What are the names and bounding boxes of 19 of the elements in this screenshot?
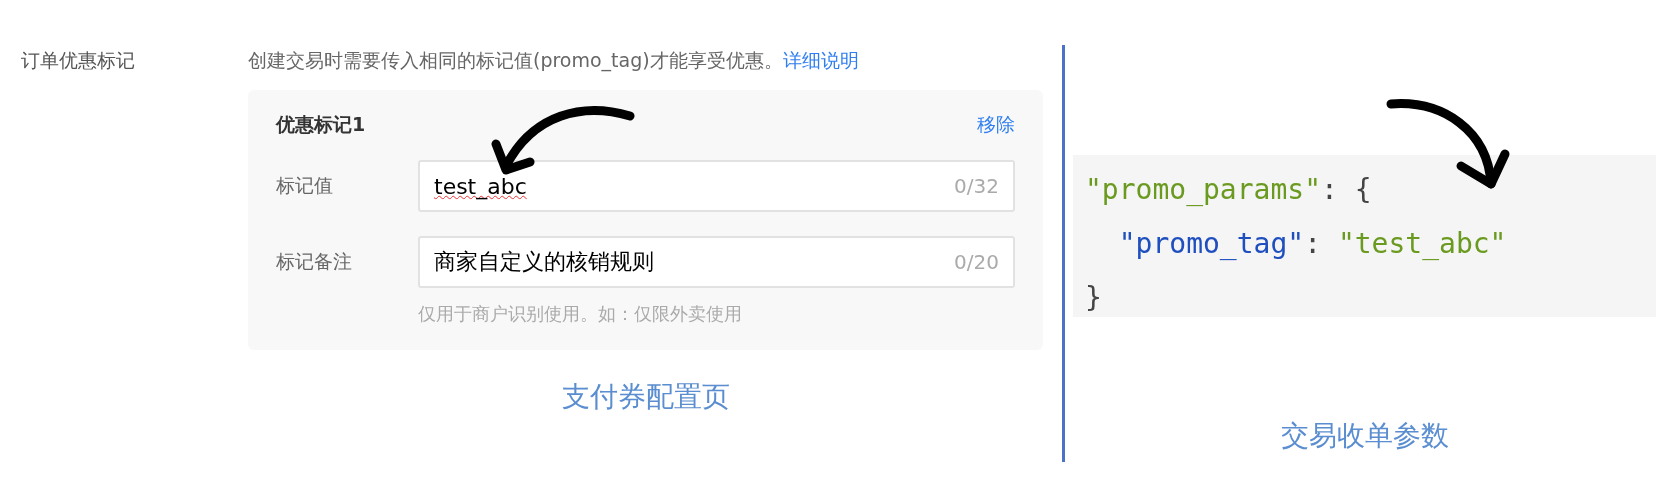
field-label: 标记值 [276, 173, 334, 198]
hint-text: 仅用于商户识别使用。如：仅限外卖使用 [418, 302, 743, 326]
caption: 支付券配置页 [560, 379, 731, 415]
remove-link[interactable]: 移除 [977, 112, 1015, 138]
character-counter: 0/32 [954, 174, 999, 198]
code-line: "promo_tag": "test_abc" [1117, 226, 1508, 262]
code-line: } [1085, 280, 1103, 316]
field-label: 订单优惠标记 [21, 48, 136, 73]
character-counter: 0/20 [954, 250, 999, 274]
input-field[interactable]: test_abc 0/32 [418, 160, 1015, 212]
code-line: "promo_params": { [1085, 172, 1373, 208]
card-title: 优惠标记1 [276, 112, 366, 137]
input-field[interactable]: 商家自定义的核销规则 0/20 [418, 236, 1015, 288]
input-value: 商家自定义的核销规则 [434, 248, 654, 276]
details-link[interactable]: 详细说明 [782, 49, 859, 71]
input-value: test_abc [434, 173, 527, 199]
field-label: 标记备注 [276, 249, 353, 274]
description-text: 创建交易时需要传入相同的标记值(promo_tag)才能享受优惠。 [248, 49, 783, 71]
caption: 交易收单参数 [1279, 418, 1450, 454]
